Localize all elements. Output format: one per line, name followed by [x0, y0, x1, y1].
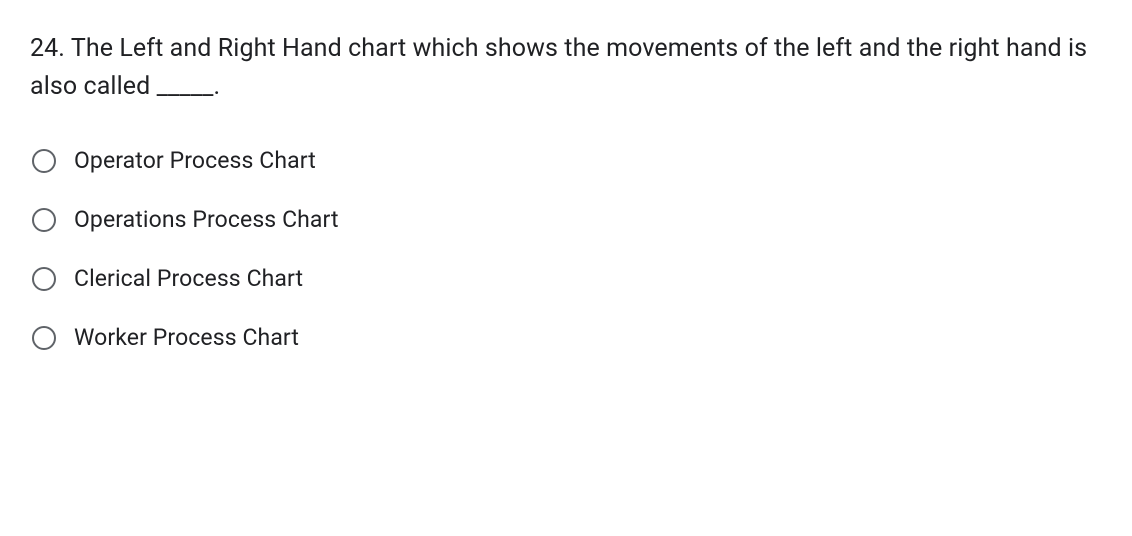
question-number: 24. — [30, 34, 65, 63]
option-2[interactable]: Clerical Process Chart — [32, 265, 1102, 292]
options-list: Operator Process Chart Operations Proces… — [30, 147, 1102, 351]
question-block: 24. The Left and Right Hand chart which … — [30, 30, 1102, 351]
radio-icon[interactable] — [32, 149, 56, 173]
option-label: Clerical Process Chart — [74, 265, 303, 292]
radio-icon[interactable] — [32, 208, 56, 232]
option-label: Operator Process Chart — [74, 147, 316, 174]
radio-icon[interactable] — [32, 267, 56, 291]
option-label: Operations Process Chart — [74, 206, 339, 233]
question-text: 24. The Left and Right Hand chart which … — [30, 30, 1102, 105]
option-0[interactable]: Operator Process Chart — [32, 147, 1102, 174]
radio-icon[interactable] — [32, 326, 56, 350]
option-1[interactable]: Operations Process Chart — [32, 206, 1102, 233]
option-label: Worker Process Chart — [74, 324, 299, 351]
option-3[interactable]: Worker Process Chart — [32, 324, 1102, 351]
question-body: The Left and Right Hand chart which show… — [30, 34, 1087, 101]
